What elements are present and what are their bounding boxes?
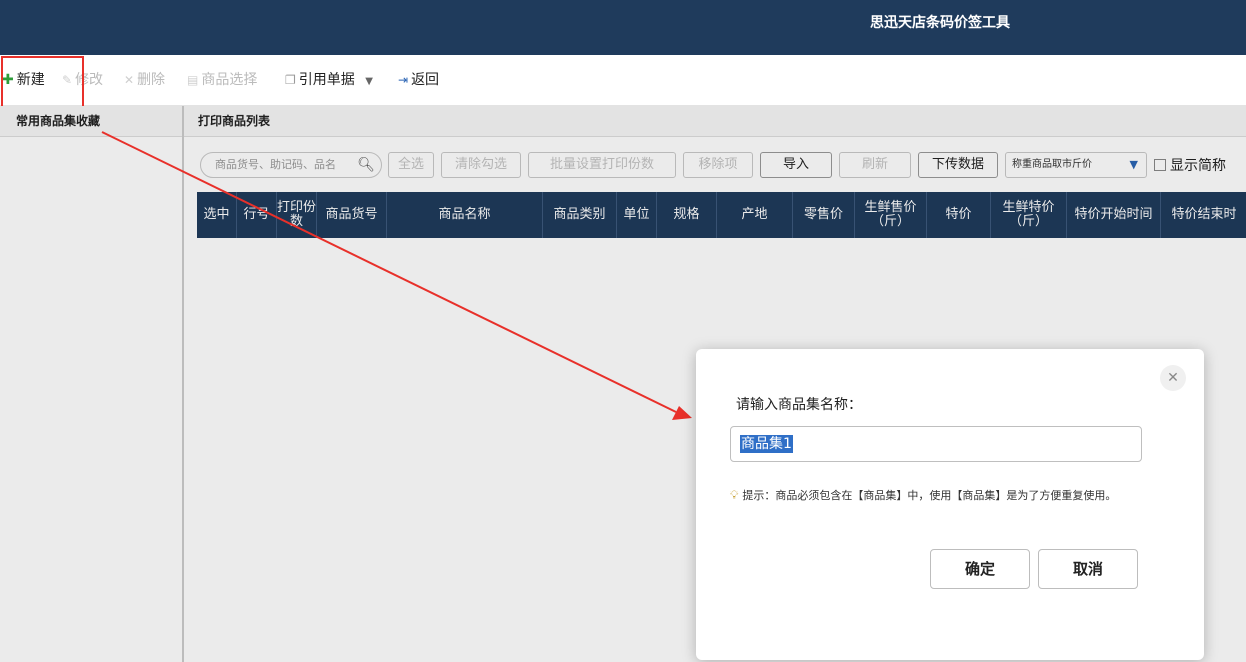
dialog-prompt: 请输入商品集名称： [736, 397, 862, 413]
selected-text: 商品集1 [740, 435, 793, 453]
collection-name-input[interactable]: 商品集1 [730, 426, 1142, 462]
cancel-button[interactable]: 取消 [1038, 549, 1138, 589]
dialog-tip: 💡︎ 提示：商品必须包含在【商品集】中，使用【商品集】是为了方便重复使用。 [730, 488, 1117, 502]
bulb-icon: 💡︎ [730, 488, 739, 502]
name-dialog: ✕ 请输入商品集名称： 商品集1 💡︎ 提示：商品必须包含在【商品集】中，使用【商… [696, 349, 1204, 660]
arrow-head [672, 406, 692, 420]
ok-button[interactable]: 确定 [930, 549, 1030, 589]
close-icon[interactable]: ✕ [1160, 365, 1186, 391]
arrow-line [101, 131, 677, 413]
